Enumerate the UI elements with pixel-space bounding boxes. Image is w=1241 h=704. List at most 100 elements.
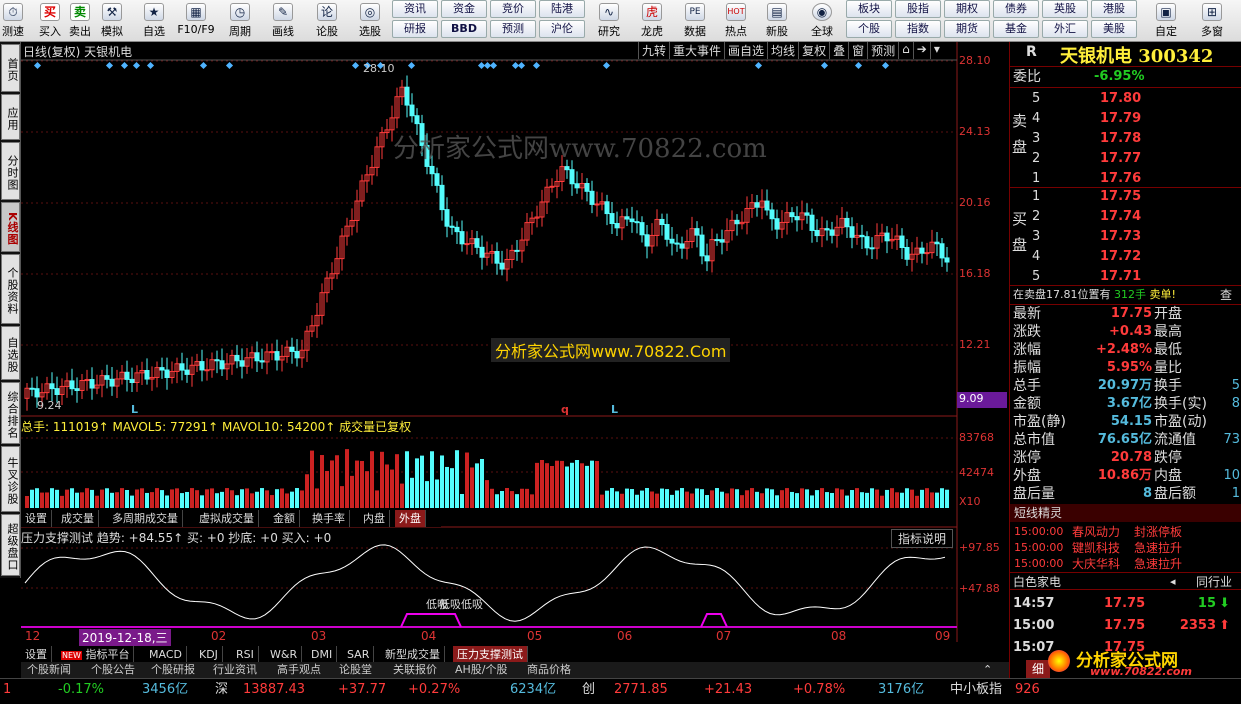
lock-icon[interactable]: ⌂ xyxy=(898,42,913,59)
sector-button[interactable]: 板块 xyxy=(846,0,892,18)
volume-bar xyxy=(395,454,399,508)
hk-connect-button[interactable]: 陆港 xyxy=(539,0,585,18)
nav-ranking[interactable]: 综合排名 xyxy=(1,382,20,444)
candle-body xyxy=(569,169,575,185)
news-tab-expert[interactable]: 高手观点 xyxy=(277,662,321,678)
sector-arrow-icon[interactable]: ◂ xyxy=(1170,573,1176,591)
stock-picker-button[interactable]: ◎ 选股 xyxy=(350,0,390,42)
vol-tab-inner[interactable]: 内盘 xyxy=(359,510,390,527)
vol-tab-multi-period[interactable]: 多周期成交量 xyxy=(108,510,183,527)
chart-area[interactable]: 日线(复权) 天银机电 九转 重大事件 画自选 均线 复权 叠 窗 预测 ⌂ ➔… xyxy=(21,42,1009,663)
stat-row: 总市值 76.65亿 流通值 73 xyxy=(1013,432,1240,448)
tab-draw-custom[interactable]: 画自选 xyxy=(724,42,767,59)
ind-tab-kdj[interactable]: KDJ xyxy=(195,646,223,663)
news-tab-forum[interactable]: 论股堂 xyxy=(339,662,372,678)
candle-body xyxy=(454,226,460,233)
index-futures-button[interactable]: 股指 xyxy=(895,0,941,18)
data-button[interactable]: PE 数据 xyxy=(676,0,714,42)
auction-button[interactable]: 竞价 xyxy=(490,0,536,18)
bbd-button[interactable]: BBD xyxy=(441,20,487,38)
news-tab-industry[interactable]: 行业资讯 xyxy=(213,662,257,678)
uk-stock-button[interactable]: 英股 xyxy=(1042,0,1088,18)
shanghai-london-button[interactable]: 沪伦 xyxy=(539,20,585,38)
quote-panel: R 天银机电 300342 委比 -6.95% 卖盘 5 17.80 4 17.79 3… xyxy=(1009,42,1241,678)
nav-watchlist[interactable]: 自选股 xyxy=(1,326,20,380)
ind-tab-platform[interactable]: NEW 指标平台 xyxy=(57,646,135,663)
forex-button[interactable]: 外汇 xyxy=(1042,20,1088,38)
vol-tab-virtual[interactable]: 虚拟成交量 xyxy=(195,510,259,527)
custom-button[interactable]: ▣ 自定 xyxy=(1146,0,1186,42)
ind-tab-settings[interactable]: 设置 xyxy=(21,646,52,663)
nav-apps[interactable]: 应用 xyxy=(1,94,20,140)
ind-tab-dmi[interactable]: DMI xyxy=(307,646,338,663)
hk-stock-button[interactable]: 港股 xyxy=(1091,0,1137,18)
multi-window-button[interactable]: ⊞ 多窗 xyxy=(1190,0,1234,42)
ind-tab-pressure-support[interactable]: 压力支撑测试 xyxy=(453,646,528,663)
volume-bar xyxy=(905,488,909,508)
tab-window[interactable]: 窗 xyxy=(848,42,867,59)
weibi-value: -6.95% xyxy=(1094,69,1145,84)
draw-line-button[interactable]: ✎ 画线 xyxy=(263,0,303,42)
bonds-button[interactable]: 债券 xyxy=(993,0,1039,18)
research-button[interactable]: 研报 xyxy=(392,20,438,38)
simulate-button[interactable]: ⚒ 模拟 xyxy=(97,0,127,42)
news-tab-related[interactable]: 关联报价 xyxy=(393,662,437,678)
tab-restore-rights[interactable]: 复权 xyxy=(798,42,829,59)
ind-tab-macd[interactable]: MACD xyxy=(145,646,187,663)
ipo-button[interactable]: ▤ 新股 xyxy=(758,0,796,42)
news-tab-commodity[interactable]: 商品价格 xyxy=(527,662,571,678)
tab-nine-turn[interactable]: 九转 xyxy=(638,42,669,59)
fund-button[interactable]: 基金 xyxy=(993,20,1039,38)
buy-button[interactable]: 买买入 xyxy=(36,0,64,42)
period-button[interactable]: ◷ 周期 xyxy=(220,0,260,42)
ind-tab-wr[interactable]: W&R xyxy=(266,646,303,663)
hot-button[interactable]: HOT 热点 xyxy=(717,0,755,42)
stock-button[interactable]: 个股 xyxy=(846,20,892,38)
indicator-explain-button[interactable]: 指标说明 xyxy=(891,529,954,548)
speed-button[interactable]: ⏱ 测速 xyxy=(0,0,26,42)
options-button[interactable]: 期权 xyxy=(944,0,990,18)
tab-major-events[interactable]: 重大事件 xyxy=(669,42,724,59)
nav-super-panel[interactable]: 超级盘口 xyxy=(1,514,20,576)
news-button[interactable]: 资讯 xyxy=(392,0,438,18)
us-stock-button[interactable]: 美股 xyxy=(1091,20,1137,38)
global-button[interactable]: ◉ 全球 xyxy=(802,0,842,42)
tab-forecast[interactable]: 预测 xyxy=(867,42,898,59)
vol-tab-turnover[interactable]: 换手率 xyxy=(308,510,350,527)
news-expand-icon[interactable]: ⌃ xyxy=(983,662,992,678)
dragon-tiger-button[interactable]: 虎龙虎 xyxy=(633,0,671,42)
news-tab-stock-news[interactable]: 个股新闻 xyxy=(27,662,71,678)
nav-diagnosis[interactable]: 牛叉诊股 xyxy=(1,446,20,512)
nav-timeshare[interactable]: 分时图 xyxy=(1,142,20,200)
ind-tab-sar[interactable]: SAR xyxy=(343,646,375,663)
same-industry-button[interactable]: 同行业 xyxy=(1196,573,1232,591)
exit-icon[interactable]: ➔ xyxy=(912,42,930,59)
forum-button[interactable]: 论论股 xyxy=(308,0,346,42)
ind-tab-new-volume[interactable]: 新型成交量 xyxy=(381,646,445,663)
futures-button[interactable]: 期货 xyxy=(944,20,990,38)
tab-moving-average[interactable]: 均线 xyxy=(767,42,798,59)
notice-check-button[interactable]: 查 xyxy=(1220,286,1232,304)
nav-kline[interactable]: K线图 xyxy=(1,202,20,252)
news-tab-ah[interactable]: AH股/个股 xyxy=(455,662,508,678)
nav-stock-profile[interactable]: 个股资料 xyxy=(1,254,20,324)
funds-button[interactable]: 资金 xyxy=(441,0,487,18)
vol-tab-amount[interactable]: 金额 xyxy=(269,510,300,527)
sell-button[interactable]: 卖卖出 xyxy=(66,0,94,42)
tab-overlay[interactable]: 叠 xyxy=(829,42,848,59)
news-tab-research[interactable]: 个股研报 xyxy=(151,662,195,678)
news-tab-announcements[interactable]: 个股公告 xyxy=(91,662,135,678)
candle-body xyxy=(199,361,205,371)
ind-tab-rsi[interactable]: RSI xyxy=(232,646,259,663)
f10-button[interactable]: ▦ F10/F9 xyxy=(176,0,216,42)
vol-tab-settings[interactable]: 设置 xyxy=(21,510,52,527)
dropdown-icon[interactable]: ▾ xyxy=(929,42,943,59)
research-tool-button[interactable]: ∿ 研究 xyxy=(590,0,628,42)
index-button[interactable]: 指数 xyxy=(895,20,941,38)
vol-tab-outer[interactable]: 外盘 xyxy=(395,510,426,527)
vol-tab-volume[interactable]: 成交量 xyxy=(57,510,99,527)
volume-bar xyxy=(710,490,714,508)
forecast-button[interactable]: 预测 xyxy=(490,20,536,38)
watchlist-button[interactable]: ★ 自选 xyxy=(135,0,173,42)
nav-home[interactable]: 首页 xyxy=(1,44,20,92)
